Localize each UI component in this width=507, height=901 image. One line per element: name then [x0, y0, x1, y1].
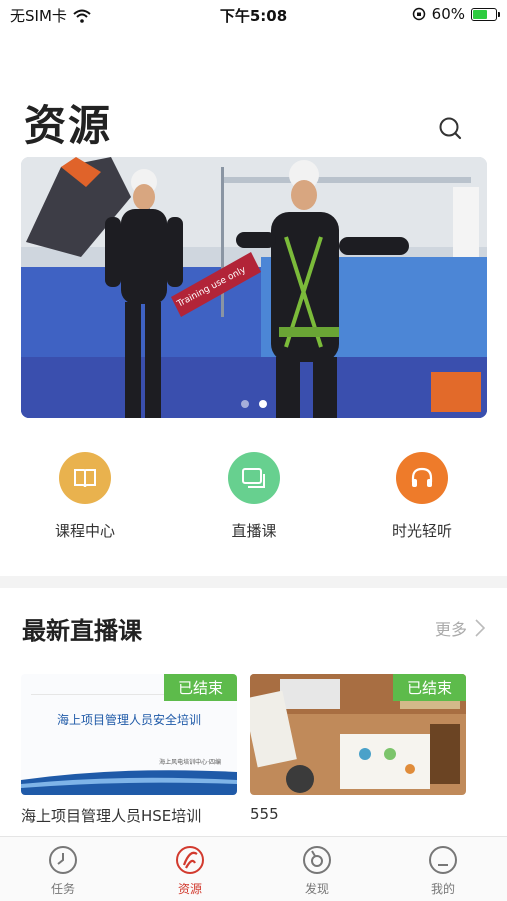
resource-icon	[176, 846, 204, 874]
quick-label: 时光轻听	[391, 522, 452, 540]
course-thumbnail: 海上项目管理人员安全培训 海上风电培训中心·四编 已结束	[21, 674, 237, 795]
tab-label: 发现	[304, 882, 329, 896]
course-thumbnail: 已结束	[250, 674, 466, 795]
status-badge: 已结束	[163, 674, 237, 701]
quick-entry-audio[interactable]: 时光轻听	[352, 452, 492, 541]
tab-resource[interactable]: 资源	[150, 843, 230, 897]
orientation-lock-icon	[412, 7, 425, 21]
section-divider	[0, 576, 507, 588]
quick-label: 直播课	[231, 522, 277, 540]
live-course-card[interactable]: 海上项目管理人员安全培训 海上风电培训中心·四编 已结束 海上项目管理人员HSE…	[21, 674, 237, 826]
clock-icon	[49, 846, 77, 874]
tab-profile[interactable]: 我的	[403, 843, 483, 897]
thumbnail-title: 海上项目管理人员安全培训	[57, 712, 201, 727]
search-icon[interactable]	[438, 116, 464, 142]
book-icon	[59, 452, 111, 504]
quick-entry-course-center[interactable]: 课程中心	[15, 452, 155, 541]
live-course-card[interactable]: 已结束 555	[250, 674, 466, 823]
carousel-indicator	[21, 400, 487, 408]
section-title: 最新直播课	[22, 617, 142, 645]
quick-entry-live-course[interactable]: 直播课	[184, 452, 324, 541]
battery-icon	[471, 7, 500, 21]
tab-label: 资源	[177, 882, 202, 896]
chevron-right-icon	[475, 619, 485, 637]
bottom-tab-bar: 任务 资源 发现 我的	[0, 836, 507, 901]
more-link[interactable]: 更多	[435, 616, 485, 640]
tab-label: 任务	[50, 882, 75, 896]
card-title: 海上项目管理人员HSE培训	[21, 807, 202, 825]
profile-icon	[429, 846, 457, 874]
banner-image: Training use only	[21, 157, 487, 418]
tab-label: 我的	[430, 882, 455, 896]
battery-percent: 60%	[431, 5, 465, 23]
thumbnail-subtitle: 海上风电培训中心·四编	[159, 758, 221, 766]
compass-icon	[303, 846, 331, 874]
status-bar: 无SIM卡 下午5:08 60%	[0, 0, 507, 30]
carousel-dot[interactable]	[241, 400, 249, 408]
more-label: 更多	[434, 620, 467, 639]
banner-carousel[interactable]: Training use only	[21, 157, 487, 418]
page-title: 资源	[24, 101, 113, 150]
tab-task[interactable]: 任务	[23, 843, 103, 897]
headphones-icon	[396, 452, 448, 504]
tab-discover[interactable]: 发现	[277, 843, 357, 897]
live-screen-icon	[228, 452, 280, 504]
carousel-dot-active[interactable]	[259, 400, 267, 408]
quick-label: 课程中心	[54, 522, 115, 540]
card-title: 555	[250, 805, 279, 823]
status-badge: 已结束	[392, 674, 466, 701]
